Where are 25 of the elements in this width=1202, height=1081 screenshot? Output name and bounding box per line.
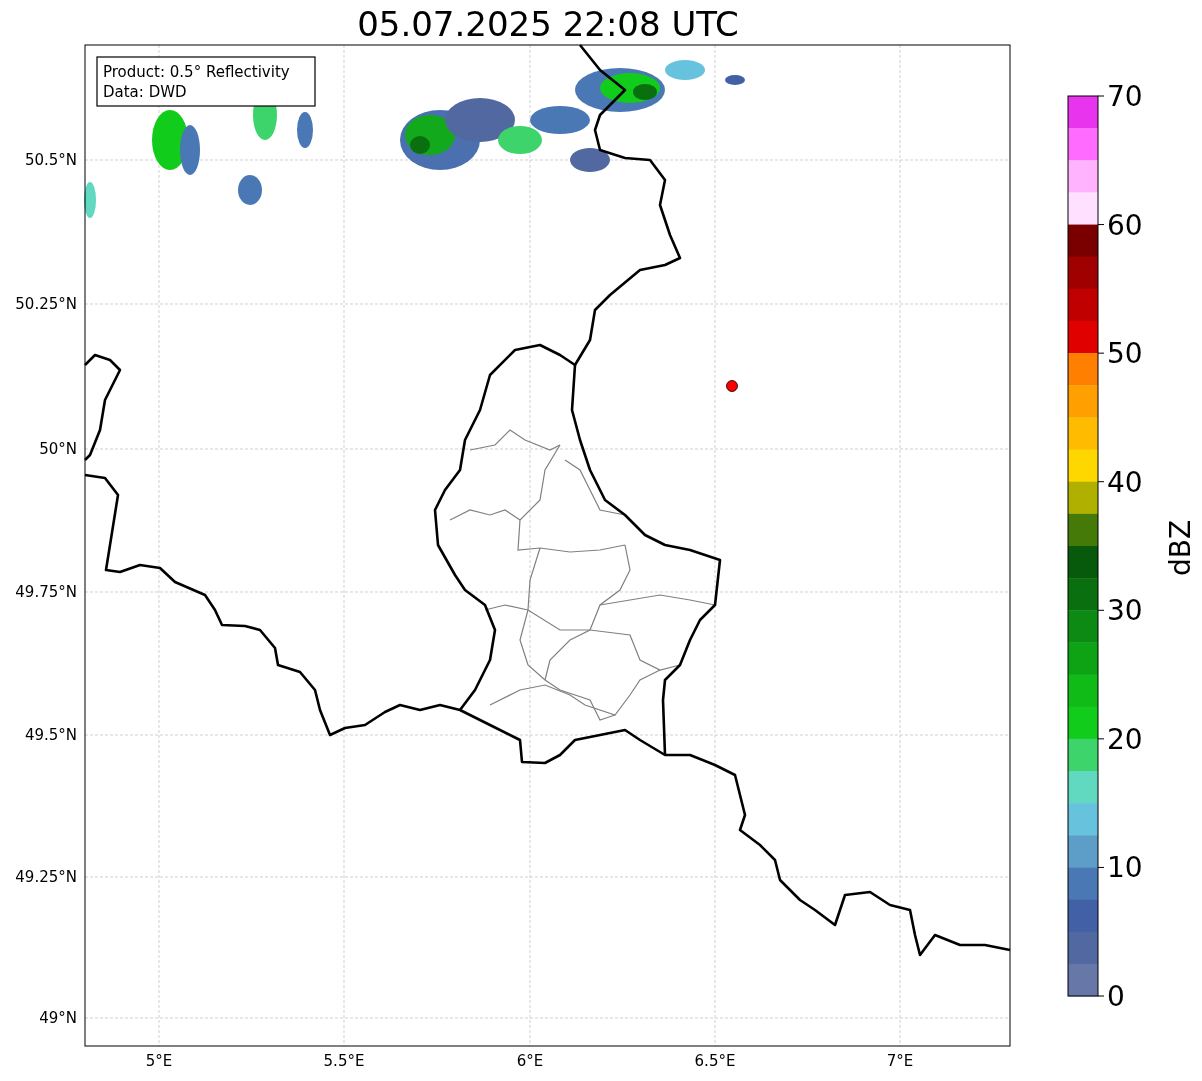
axis-tick-label: 50.5°N [24,151,77,169]
colorbar-tick-label: 10 [1107,851,1143,885]
axis-tick-label: 5.5°E [323,1052,365,1070]
axis-tick-label: 5°E [145,1052,173,1070]
colorbar-tick-label: 0 [1107,980,1125,1013]
legend-text: Data: DWD [103,83,187,101]
colorbar-tick-label: 20 [1107,722,1143,756]
legend-text: Product: 0.5° Reflectivity [103,63,290,81]
colorbar-label: dBZ [1164,519,1197,577]
colorbar-tick-label: 30 [1107,594,1143,628]
axis-tick-label: 49°N [39,1009,77,1027]
colorbar-tick-label: 50 [1107,337,1143,371]
colorbar-tick-label: 70 [1107,80,1143,113]
colorbar-tick-label: 40 [1107,465,1143,499]
location-marker [726,380,738,392]
axis-tick-label: 49.5°N [24,726,77,744]
axis-tick-label: 6.5°E [694,1052,736,1070]
chart-title: 05.07.2025 22:08 UTC [357,4,739,44]
axis-tick-label: 50.25°N [15,295,77,313]
colorbar-tick-label: 60 [1107,208,1143,242]
axis-tick-label: 50°N [39,440,77,458]
axis-tick-label: 49.25°N [15,868,77,886]
axis-tick-label: 49.75°N [15,583,77,601]
axis-tick-label: 7°E [886,1052,914,1070]
axis-tick-label: 6°E [516,1052,544,1070]
